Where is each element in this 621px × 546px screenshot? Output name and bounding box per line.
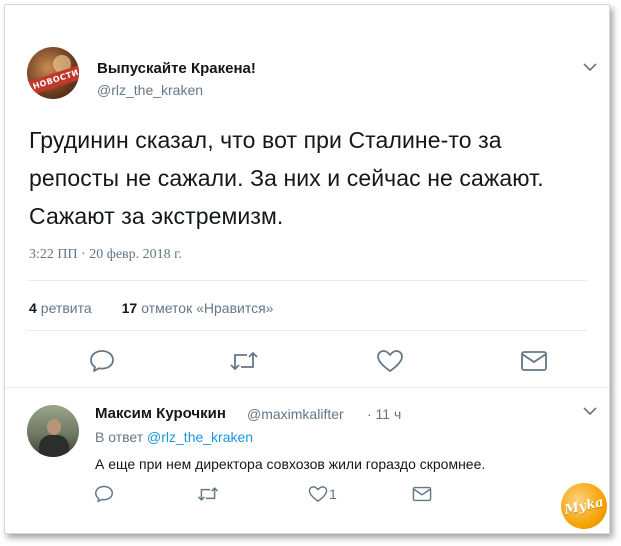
like-icon[interactable] xyxy=(307,483,329,505)
tweet-stats: 4 ретвита 17 отметок «Нравится» xyxy=(29,300,273,316)
retweet-icon[interactable] xyxy=(197,483,219,505)
divider xyxy=(5,387,609,388)
reply-to-link[interactable]: @rlz_the_kraken xyxy=(147,429,253,445)
watermark-logo: Муkа xyxy=(556,478,612,534)
tweet-timestamp[interactable]: 3:22 ПП · 20 февр. 2018 г. xyxy=(29,247,182,263)
reply-text: А еще при нем директора совхозов жили го… xyxy=(95,456,486,472)
chevron-down-icon[interactable] xyxy=(582,405,598,417)
reply-author-name[interactable]: Максим Курочкин xyxy=(95,405,226,422)
reply-time[interactable]: · 11 ч xyxy=(367,406,401,422)
tweet-card: НОВОСТИ Выпускайте Кракена! @rlz_the_kra… xyxy=(4,4,612,534)
likes-count: 17 xyxy=(121,300,138,316)
reply-to-prefix: В ответ xyxy=(95,429,144,445)
likes-stat[interactable]: 17 отметок «Нравится» xyxy=(122,300,274,316)
reply-icon[interactable] xyxy=(87,346,117,376)
chevron-down-icon[interactable] xyxy=(582,61,598,73)
retweets-label: ретвита xyxy=(40,300,92,316)
author-handle[interactable]: @rlz_the_kraken xyxy=(97,82,203,98)
reply-to-line: В ответ @rlz_the_kraken xyxy=(95,429,253,445)
reply-avatar[interactable] xyxy=(27,405,79,457)
retweet-icon[interactable] xyxy=(229,346,259,376)
message-icon[interactable] xyxy=(519,346,549,376)
retweets-stat[interactable]: 4 ретвита xyxy=(29,300,92,316)
message-icon[interactable] xyxy=(411,483,433,505)
divider xyxy=(27,330,587,331)
author-avatar[interactable]: НОВОСТИ xyxy=(27,47,79,99)
reply-like-count: 1 xyxy=(329,486,337,502)
like-icon[interactable] xyxy=(375,346,405,376)
likes-label: отметок «Нравится» xyxy=(141,300,274,316)
reply-icon[interactable] xyxy=(93,483,115,505)
reply-author-handle[interactable]: @maximkalifter xyxy=(247,406,344,422)
tweet-text: Грудинин сказал, что вот при Сталине-то … xyxy=(29,127,544,229)
divider xyxy=(27,280,587,281)
author-name[interactable]: Выпускайте Кракена! xyxy=(97,60,256,77)
retweets-count: 4 xyxy=(29,300,37,316)
reply-actions xyxy=(93,483,443,505)
tweet-actions xyxy=(87,346,557,376)
